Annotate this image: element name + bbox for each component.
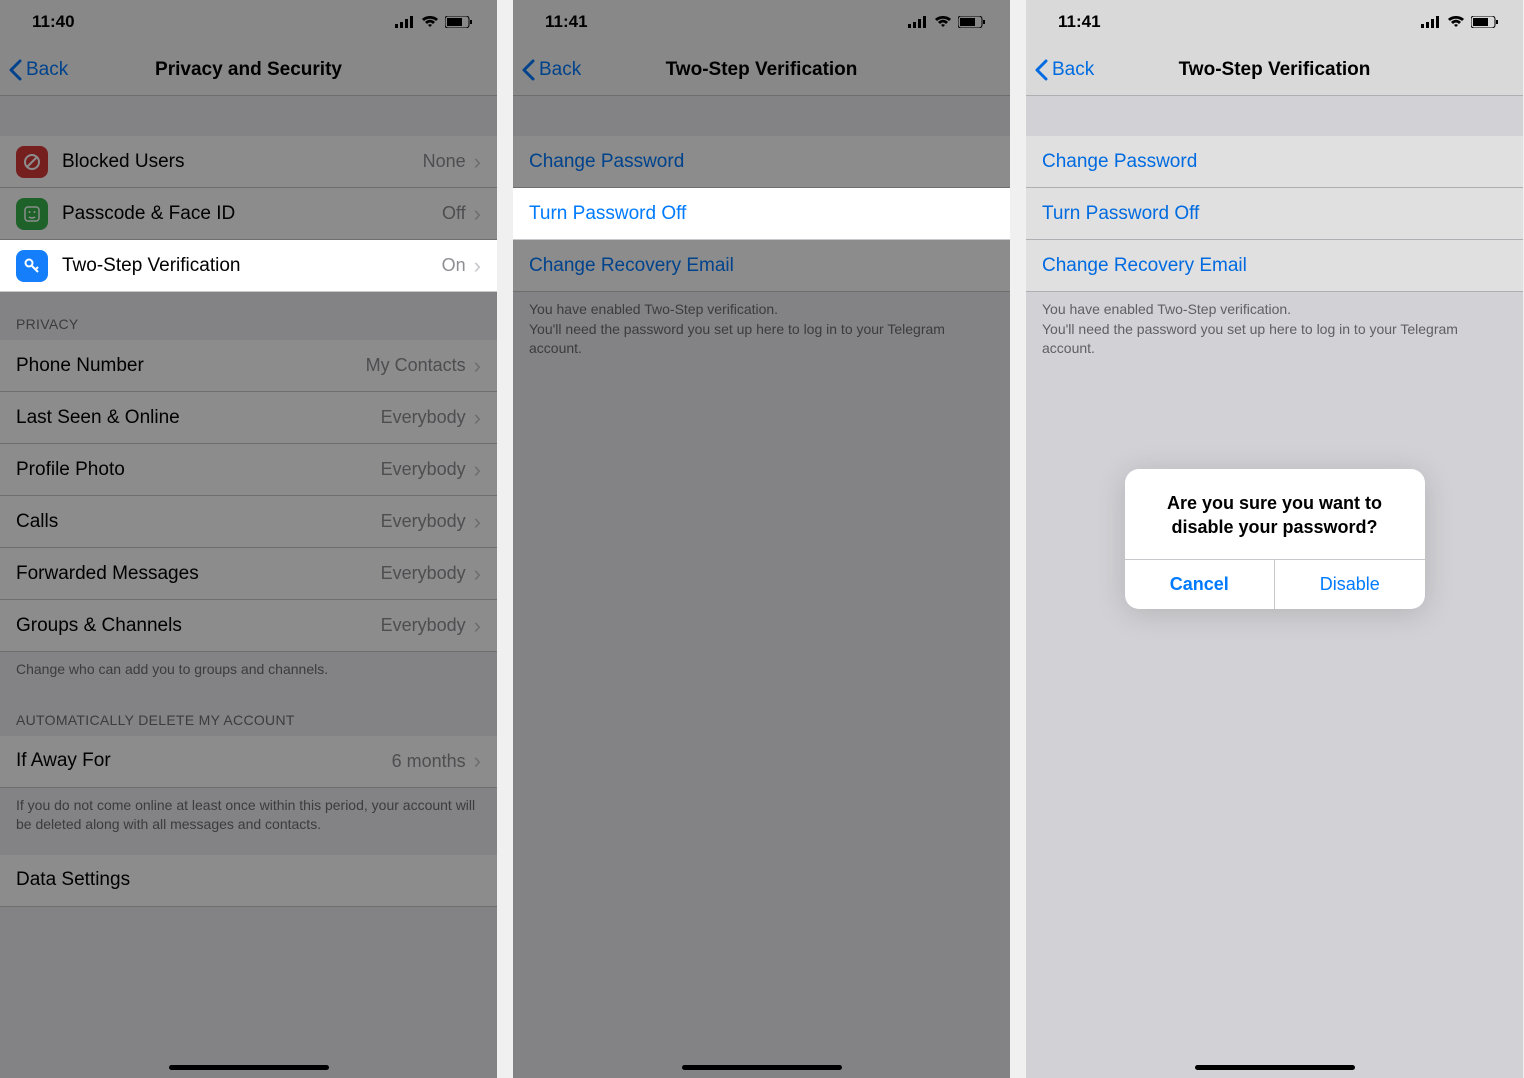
section-header-privacy: Privacy	[0, 292, 497, 340]
nav-title: Privacy and Security	[0, 59, 497, 81]
row-data-settings[interactable]: Data Settings	[0, 855, 497, 907]
row-label: Passcode & Face ID	[62, 203, 442, 225]
wifi-icon	[421, 16, 439, 28]
section-footer-privacy: Change who can add you to groups and cha…	[0, 652, 497, 688]
chevron-left-icon	[521, 59, 535, 81]
status-indicators	[395, 16, 473, 28]
chevron-left-icon	[8, 59, 22, 81]
disable-password-alert: Are you sure you want to disable your pa…	[1125, 469, 1425, 610]
row-turn-password-off[interactable]: Turn Password Off	[513, 188, 1010, 240]
row-value: Off	[442, 203, 466, 224]
nav-bar: Back Two-Step Verification	[513, 44, 1010, 96]
status-bar: 11:40	[0, 0, 497, 44]
row-label: If Away For	[16, 750, 392, 772]
section-footer-delete: If you do not come online at least once …	[0, 788, 497, 843]
row-label: Turn Password Off	[529, 203, 686, 225]
back-button[interactable]: Back	[0, 59, 68, 81]
chevron-right-icon: ›	[474, 405, 481, 431]
row-label: Calls	[16, 511, 381, 533]
chevron-right-icon: ›	[474, 748, 481, 774]
row-value: On	[442, 255, 466, 276]
screen-two-step: 11:41 Back Two-Step Verification Change …	[513, 0, 1010, 1078]
back-button[interactable]: Back	[513, 59, 581, 81]
wifi-icon	[934, 16, 952, 28]
nav-bar: Back Privacy and Security	[0, 44, 497, 96]
row-if-away-for[interactable]: If Away For 6 months ›	[0, 736, 497, 788]
row-phone-number[interactable]: Phone Number My Contacts ›	[0, 340, 497, 392]
section-header-delete: Automatically Delete My Account	[0, 688, 497, 736]
alert-buttons: Cancel Disable	[1125, 559, 1425, 609]
status-bar: 11:41	[513, 0, 1010, 44]
screen-two-step-alert: 11:41 Back Two-Step Verification Change …	[1026, 0, 1523, 1078]
row-label: Phone Number	[16, 355, 366, 377]
status-time: 11:40	[32, 12, 75, 32]
chevron-right-icon: ›	[474, 149, 481, 175]
row-profile-photo[interactable]: Profile Photo Everybody ›	[0, 444, 497, 496]
section-gap	[0, 843, 497, 855]
row-label: Last Seen & Online	[16, 407, 381, 429]
chevron-right-icon: ›	[474, 561, 481, 587]
row-value: Everybody	[381, 563, 466, 584]
chevron-right-icon: ›	[474, 509, 481, 535]
home-indicator[interactable]	[169, 1065, 329, 1070]
row-two-step-verification[interactable]: Two-Step Verification On ›	[0, 240, 497, 292]
row-change-password[interactable]: Change Password	[513, 136, 1010, 188]
key-icon	[16, 250, 48, 282]
chevron-right-icon: ›	[474, 253, 481, 279]
battery-icon	[958, 16, 986, 28]
disable-button[interactable]: Disable	[1274, 560, 1425, 609]
section-gap	[0, 96, 497, 136]
row-calls[interactable]: Calls Everybody ›	[0, 496, 497, 548]
faceid-icon	[16, 198, 48, 230]
row-label: Profile Photo	[16, 459, 381, 481]
cancel-button[interactable]: Cancel	[1125, 560, 1275, 609]
row-label: Data Settings	[16, 869, 481, 891]
row-label: Groups & Channels	[16, 615, 381, 637]
row-value: Everybody	[381, 407, 466, 428]
row-value: My Contacts	[366, 355, 466, 376]
row-label: Change Password	[529, 151, 684, 173]
home-indicator[interactable]	[682, 1065, 842, 1070]
status-indicators	[908, 16, 986, 28]
chevron-right-icon: ›	[474, 457, 481, 483]
row-blocked-users[interactable]: Blocked Users None ›	[0, 136, 497, 188]
nav-title: Two-Step Verification	[513, 59, 1010, 81]
row-change-recovery-email[interactable]: Change Recovery Email	[513, 240, 1010, 292]
signal-icon	[908, 16, 928, 28]
row-forwarded-messages[interactable]: Forwarded Messages Everybody ›	[0, 548, 497, 600]
signal-icon	[395, 16, 415, 28]
row-label: Change Recovery Email	[529, 255, 734, 277]
screen-privacy-security: 11:40 Back Privacy and Security Blocked …	[0, 0, 497, 1078]
row-label: Blocked Users	[62, 151, 423, 173]
chevron-right-icon: ›	[474, 353, 481, 379]
chevron-right-icon: ›	[474, 613, 481, 639]
row-value: Everybody	[381, 615, 466, 636]
row-label: Forwarded Messages	[16, 563, 381, 585]
status-time: 11:41	[545, 12, 588, 32]
row-value: 6 months	[392, 751, 466, 772]
chevron-right-icon: ›	[474, 201, 481, 227]
row-groups-channels[interactable]: Groups & Channels Everybody ›	[0, 600, 497, 652]
battery-icon	[445, 16, 473, 28]
row-value: Everybody	[381, 459, 466, 480]
back-label: Back	[539, 59, 581, 81]
section-footer-twostep: You have enabled Two-Step verification. …	[513, 292, 1010, 367]
blocked-icon	[16, 146, 48, 178]
section-gap	[513, 96, 1010, 136]
alert-title: Are you sure you want to disable your pa…	[1125, 469, 1425, 560]
row-passcode-faceid[interactable]: Passcode & Face ID Off ›	[0, 188, 497, 240]
row-value: None	[423, 151, 466, 172]
alert-overlay: Are you sure you want to disable your pa…	[1026, 0, 1523, 1078]
row-last-seen[interactable]: Last Seen & Online Everybody ›	[0, 392, 497, 444]
row-label: Two-Step Verification	[62, 255, 442, 277]
row-value: Everybody	[381, 511, 466, 532]
back-label: Back	[26, 59, 68, 81]
